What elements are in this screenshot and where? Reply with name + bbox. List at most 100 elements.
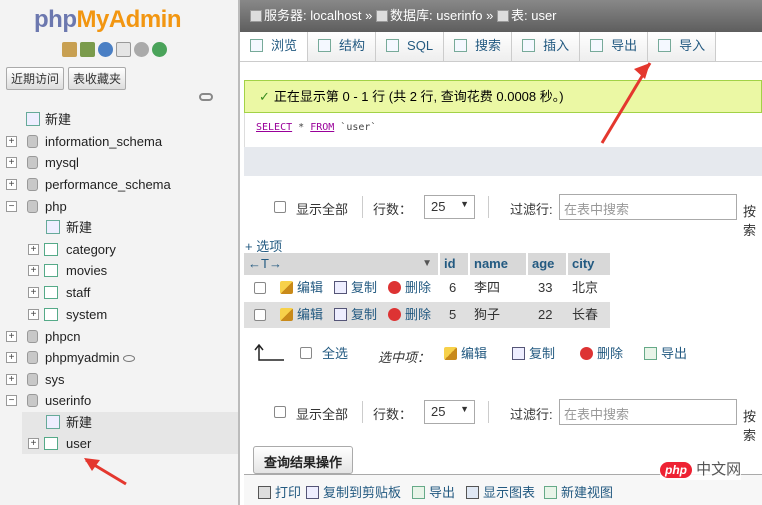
table-icon [44,264,58,277]
expand-icon[interactable]: + [6,136,17,147]
reload-icon[interactable] [152,42,167,57]
cell-age[interactable]: 22 [538,302,552,328]
breadcrumb-server[interactable]: 服务器: localhost [264,8,362,23]
row-checkbox[interactable] [254,282,266,294]
expand-icon[interactable]: + [28,265,39,276]
docs-icon[interactable] [116,42,131,57]
favorite-tables-button[interactable]: 表收藏夹 [68,67,127,90]
column-header-id[interactable]: id [440,253,468,275]
expand-icon[interactable]: + [6,374,17,385]
show-all-checkbox[interactable] [274,201,286,213]
column-header-city[interactable]: city [568,253,610,275]
rows-select[interactable]: 25 ▼ [424,195,475,219]
delete-icon [388,308,401,321]
expand-icon[interactable]: + [28,287,39,298]
insert-icon [522,39,536,52]
cell-city[interactable]: 长春 [572,302,598,328]
settings-gear-icon[interactable] [134,42,149,57]
table-row: 编辑 复制 删除 6 李四 33 北京 [244,275,610,301]
tree-item-sys[interactable]: + sys [0,369,238,390]
column-resize-arrows-icon[interactable]: ←T→ [248,256,282,271]
tree-item-php-new[interactable]: 新建 [0,217,238,238]
delete-icon [580,347,593,360]
tab-search[interactable]: 搜索 [444,32,513,61]
column-header-name[interactable]: name [470,253,526,275]
tree-item-userinfo[interactable]: − userinfo [0,390,238,411]
rows-select[interactable]: 25 ▼ [424,400,475,424]
copy-link[interactable]: 复制 [334,302,377,328]
tab-sql[interactable]: SQL [376,32,445,61]
tab-export[interactable]: 导出 [580,32,649,61]
cell-id[interactable]: 5 [449,302,456,328]
filter-rows-input[interactable]: 在表中搜索 [559,194,737,220]
export-link[interactable]: 导出 [412,482,455,501]
expand-icon[interactable]: + [28,309,39,320]
bulk-delete-button[interactable]: 删除 [580,341,623,367]
expand-icon[interactable]: + [28,244,39,255]
breadcrumb-table[interactable]: 表: user [511,8,557,23]
eye-icon[interactable] [123,355,136,363]
tree-item-movies[interactable]: + movies [0,260,238,281]
show-all-checkbox[interactable] [274,406,286,418]
tree-item-new[interactable]: 新建 [0,109,238,130]
tree-item-information-schema[interactable]: + information_schema [0,131,238,152]
tree-item-staff[interactable]: + staff [0,282,238,303]
create-view-link[interactable]: 新建视图 [544,482,613,501]
edit-link[interactable]: 编辑 [280,302,323,328]
tab-import[interactable]: 导入 [648,32,717,61]
breadcrumb: 服务器: localhost » 数据库: userinfo » 表: user [240,0,762,32]
tree-item-userinfo-new[interactable]: 新建 [22,412,238,433]
tree-item-user[interactable]: + user [22,433,238,454]
tree-item-php[interactable]: − php [0,196,238,217]
delete-link[interactable]: 删除 [388,302,431,328]
collapse-icon[interactable]: − [6,201,17,212]
tree-item-phpcn[interactable]: + phpcn [0,326,238,347]
delete-icon [388,281,401,294]
table-icon [497,10,509,22]
filter-rows-input[interactable]: 在表中搜索 [559,399,737,425]
expand-icon[interactable]: + [6,352,17,363]
cell-city[interactable]: 北京 [572,275,598,301]
cell-id[interactable]: 6 [449,275,456,301]
expand-icon[interactable]: + [6,157,17,168]
recent-tables-button[interactable]: 近期访问 [6,67,65,90]
link-with-main-panel-icon[interactable] [199,93,213,101]
copy-link[interactable]: 复制 [334,275,377,301]
tree-item-system[interactable]: + system [0,304,238,325]
row-checkbox[interactable] [254,309,266,321]
bulk-copy-button[interactable]: 复制 [512,341,555,367]
cell-age[interactable]: 33 [538,275,552,301]
cell-name[interactable]: 狗子 [474,302,500,328]
home-icon[interactable] [62,42,77,57]
delete-link[interactable]: 删除 [388,275,431,301]
select-all-checkbox[interactable] [300,347,312,359]
help-icon[interactable] [98,42,113,57]
breadcrumb-database[interactable]: 数据库: userinfo [390,8,482,23]
print-link[interactable]: 打印 [258,482,301,501]
logout-icon[interactable] [80,42,95,57]
panel-divider[interactable] [238,0,240,505]
expand-icon[interactable]: + [6,331,17,342]
collapse-icon[interactable]: − [6,395,17,406]
expand-icon[interactable]: + [6,179,17,190]
tree-item-category[interactable]: + category [0,239,238,260]
phpmyadmin-logo[interactable]: phpMyAdmin [34,6,181,34]
sort-arrow-icon[interactable]: ▼ [422,253,432,275]
tree-item-mysql[interactable]: + mysql [0,152,238,173]
bulk-export-button[interactable]: 导出 [644,341,687,367]
copy-to-clipboard-link[interactable]: 复制到剪贴板 [306,482,401,501]
tab-browse[interactable]: 浏览 [240,32,309,61]
select-all-label[interactable]: 全选 [322,341,348,367]
column-header-age[interactable]: age [528,253,566,275]
tab-structure[interactable]: 结构 [308,32,377,61]
expand-icon[interactable]: + [28,438,39,449]
tree-item-phpmyadmin[interactable]: + phpmyadmin [0,347,238,368]
tree-item-performance-schema[interactable]: + performance_schema [0,174,238,195]
sql-query[interactable]: SELECT * FROM `user` [244,113,762,147]
display-chart-link[interactable]: 显示图表 [466,482,535,501]
server-icon [250,10,262,22]
bulk-edit-button[interactable]: 编辑 [444,341,487,367]
edit-link[interactable]: 编辑 [280,275,323,301]
cell-name[interactable]: 李四 [474,275,500,301]
tab-insert[interactable]: 插入 [512,32,581,61]
